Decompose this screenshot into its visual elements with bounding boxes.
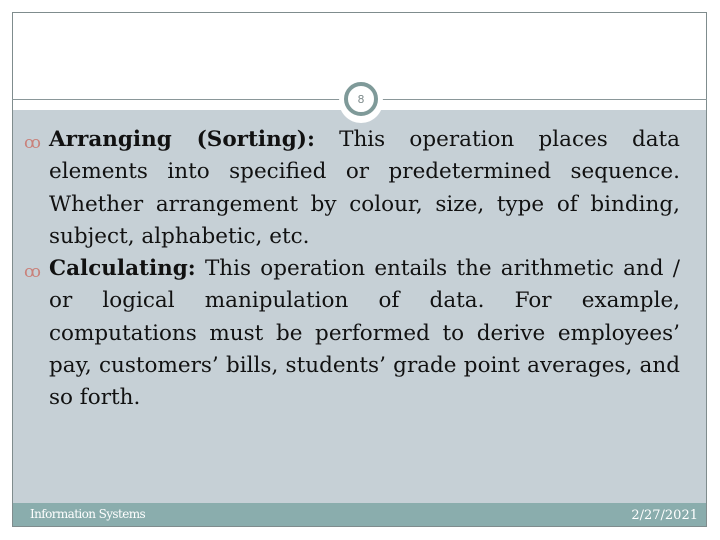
bullet-icon: ꝏ (24, 262, 41, 283)
bullet-term: Calculating: (49, 256, 196, 282)
bullet-item-arranging: ꝏ Arranging (Sorting): This operation pla… (24, 124, 680, 253)
slide-body: ꝏ Arranging (Sorting): This operation pla… (24, 124, 680, 415)
page-number-badge: 8 (344, 82, 378, 116)
bullet-item-calculating: ꝏ Calculating: This operation entails the… (24, 253, 680, 414)
footer-date: 2/27/2021 (631, 508, 698, 523)
slide-footer: Information Systems 2/27/2021 (13, 503, 706, 526)
footer-title: Information Systems (30, 507, 146, 521)
bullet-icon: ꝏ (24, 133, 41, 153)
bullet-term: Arranging (Sorting): (49, 127, 315, 152)
page-number: 8 (357, 92, 365, 106)
